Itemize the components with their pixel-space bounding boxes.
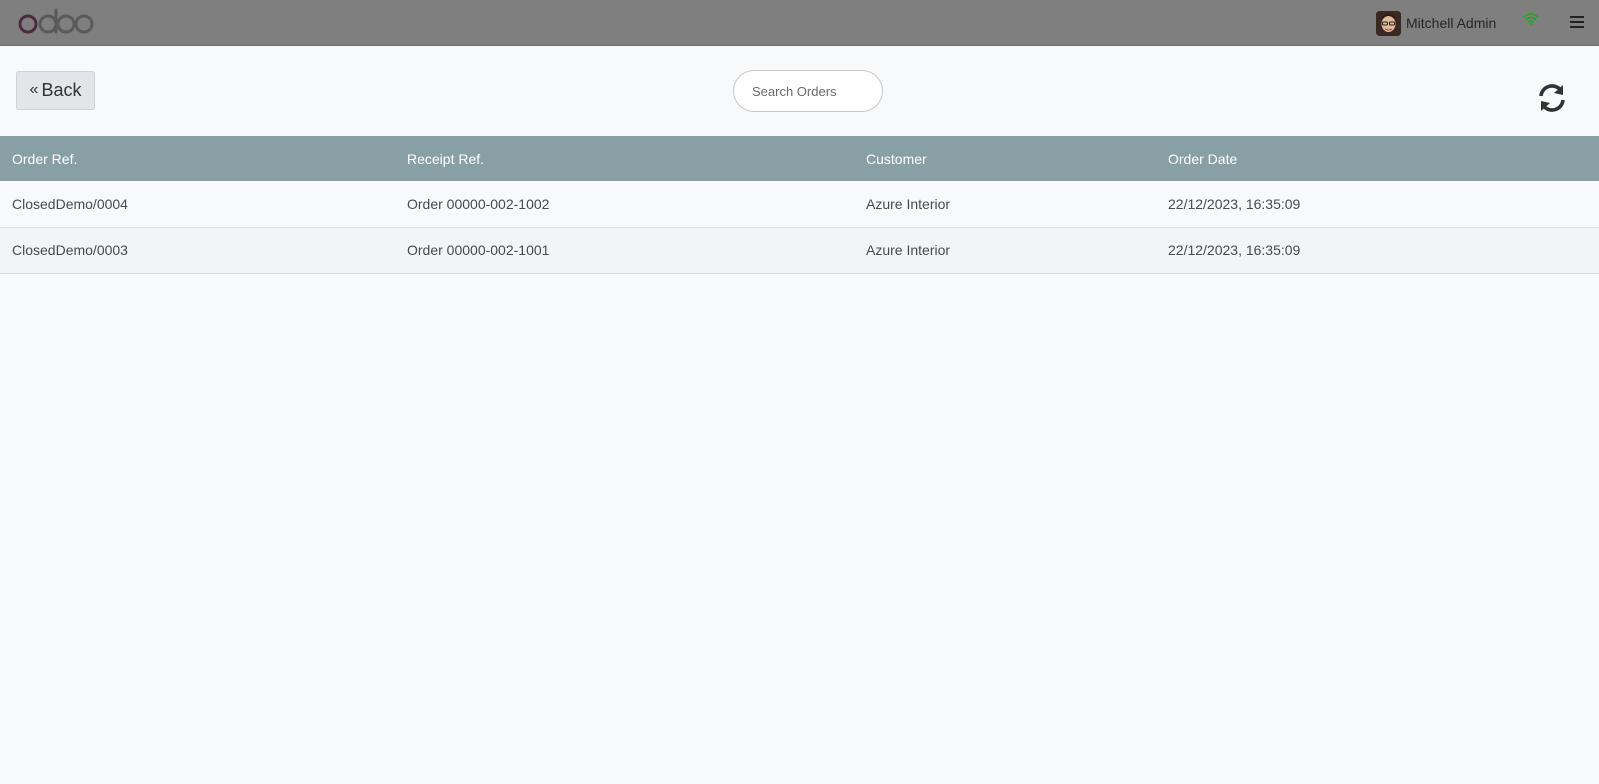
user-menu[interactable]: Mitchell Admin <box>1376 10 1496 36</box>
table-row[interactable]: ClosedDemo/0004 Order 00000-002-1002 Azu… <box>0 181 1599 227</box>
user-name: Mitchell Admin <box>1406 15 1497 31</box>
order-ref-cell: ClosedDemo/0003 <box>12 242 128 258</box>
avatar <box>1376 10 1401 36</box>
customer-cell: Azure Interior <box>866 242 951 258</box>
avatar-image-icon <box>1376 10 1401 36</box>
table-header-row: Order Ref. Receipt Ref. Customer Order D… <box>0 136 1599 181</box>
hamburger-menu-icon[interactable] <box>1570 16 1584 28</box>
order-date-cell: 22/12/2023, 16:35:09 <box>1168 195 1301 212</box>
order-date-cell: 22/12/2023, 16:35:09 <box>1168 242 1301 258</box>
column-order-date: Order Date <box>1168 150 1238 167</box>
top-navbar: odoo Mitchell Admin <box>0 0 1599 46</box>
back-button[interactable]: « Back <box>16 71 95 110</box>
search-orders-input[interactable] <box>733 70 883 112</box>
receipt-ref-cell: Order 00000-002-1002 <box>407 195 550 212</box>
odoo-logo[interactable]: odoo <box>18 6 94 36</box>
column-customer: Customer <box>866 150 927 167</box>
orders-table: Order Ref. Receipt Ref. Customer Order D… <box>0 136 1599 274</box>
customer-cell: Azure Interior <box>866 195 951 212</box>
column-receipt-ref: Receipt Ref. <box>407 150 485 167</box>
column-order-ref: Order Ref. <box>12 150 78 167</box>
order-ref-cell: ClosedDemo/0004 <box>12 195 128 212</box>
table-row[interactable]: ClosedDemo/0003 Order 00000-002-1001 Azu… <box>0 227 1599 273</box>
double-chevron-left-icon: « <box>29 80 39 98</box>
refresh-icon[interactable] <box>1537 83 1567 113</box>
receipt-ref-cell: Order 00000-002-1001 <box>407 242 550 258</box>
wifi-icon[interactable] <box>1523 13 1539 25</box>
back-button-label: Back <box>41 80 82 100</box>
